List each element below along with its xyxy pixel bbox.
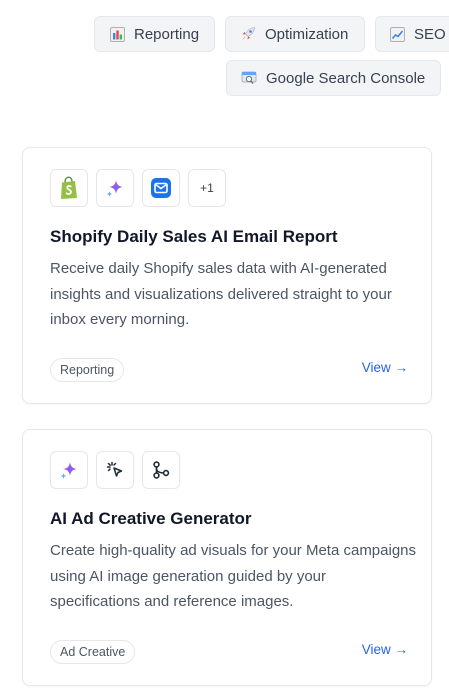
view-link[interactable]: View →: [362, 642, 408, 657]
ai-sparkle-icon: [50, 451, 88, 489]
workflow-icon: [142, 451, 180, 489]
ai-sparkle-icon: [96, 169, 134, 207]
chip-google-search-console[interactable]: Google Search Console: [226, 60, 441, 96]
chip-label: Optimization: [265, 25, 349, 43]
chip-optimization[interactable]: Optimization: [225, 16, 365, 52]
template-card-ad-creative[interactable]: AI Ad Creative Generator Create high-qua…: [22, 429, 432, 686]
category-tag: Ad Creative: [50, 640, 136, 664]
cursor-click-icon: [96, 451, 134, 489]
bar-chart-icon: [109, 26, 125, 42]
chip-reporting[interactable]: Reporting: [94, 16, 215, 52]
chip-seo[interactable]: SEO: [375, 16, 449, 52]
card-title: Shopify Daily Sales AI Email Report: [50, 227, 338, 246]
chip-label: SEO: [414, 25, 446, 43]
card-description: Receive daily Shopify sales data with AI…: [50, 260, 392, 328]
more-integrations-badge: +1: [188, 169, 226, 207]
integration-icons: [50, 451, 180, 489]
chip-label: Reporting: [134, 25, 200, 43]
category-tag: Reporting: [50, 358, 125, 382]
template-card-shopify-report[interactable]: +1 Shopify Daily Sales AI Email Report R…: [22, 147, 432, 404]
integration-icons: +1: [50, 169, 226, 207]
email-icon: [142, 169, 180, 207]
card-description: Create high-quality ad visuals for your …: [50, 542, 417, 610]
shopify-icon: [50, 169, 88, 207]
card-title: AI Ad Creative Generator: [50, 509, 252, 528]
view-link[interactable]: View →: [362, 360, 408, 375]
chip-label: Google Search Console: [266, 69, 426, 87]
rocket-icon: [240, 26, 256, 42]
trend-chart-icon: [390, 26, 405, 42]
search-console-icon: [241, 70, 257, 86]
